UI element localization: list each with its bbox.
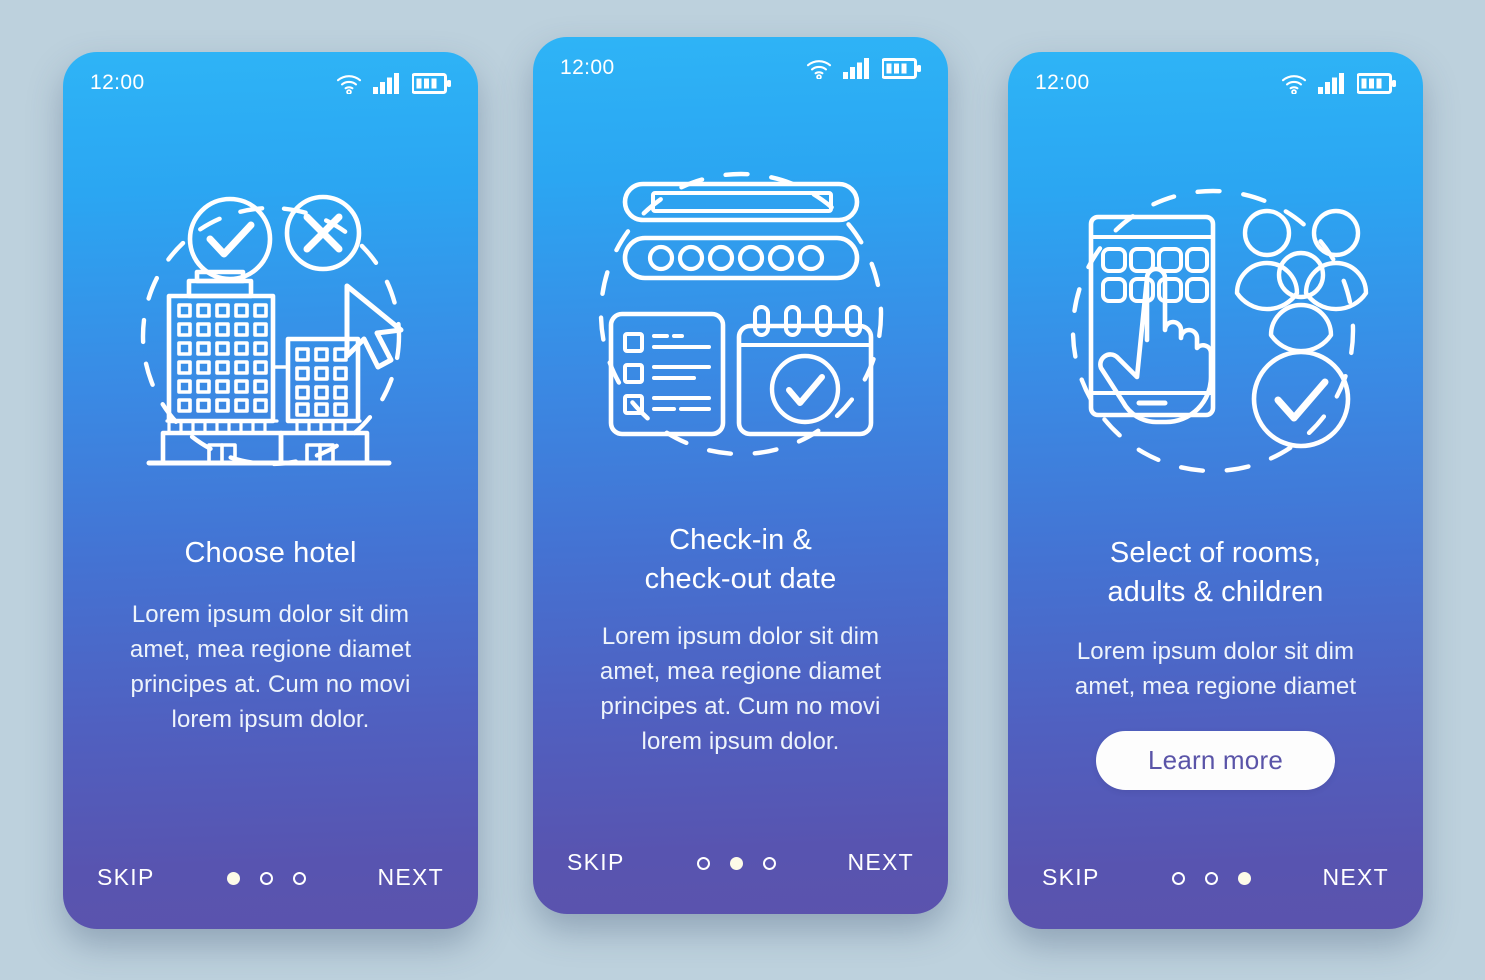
screen-copy: Choose hotel Lorem ipsum dolor sit dim a… — [63, 534, 478, 805]
illustration-smartphone-tap-people — [1008, 114, 1423, 534]
onboarding-screen-choose-hotel: 12:00 Choose hotel Lorem ipsum dolor sit… — [63, 52, 478, 929]
battery-icon — [412, 72, 451, 94]
cellular-signal-icon — [1318, 72, 1344, 94]
skip-button[interactable]: SKIP — [567, 849, 625, 880]
screen-copy: Check-in & check-out date Lorem ipsum do… — [533, 519, 948, 790]
page-dot-3[interactable] — [762, 857, 776, 870]
next-button[interactable]: NEXT — [847, 849, 914, 880]
page-dot-1[interactable] — [1171, 872, 1185, 885]
onboarding-bottom-nav: SKIP NEXT — [1008, 805, 1423, 929]
status-icon-group — [1281, 72, 1396, 94]
next-button[interactable]: NEXT — [1322, 864, 1389, 895]
illustration-booking-form-calendar — [533, 99, 948, 519]
page-dot-3[interactable] — [1237, 872, 1251, 885]
illustration-hotel-buildings — [63, 114, 478, 534]
battery-icon — [882, 57, 921, 79]
page-dot-1[interactable] — [226, 872, 240, 885]
status-time: 12:00 — [1035, 71, 1090, 94]
skip-button[interactable]: SKIP — [1042, 864, 1100, 895]
onboarding-bottom-nav: SKIP NEXT — [533, 790, 948, 914]
page-title: Select of rooms, adults & children — [1107, 537, 1324, 608]
wifi-icon — [1281, 74, 1307, 94]
status-bar: 12:00 — [63, 52, 478, 114]
page-indicator-dots — [226, 872, 306, 895]
onboarding-screen-check-in-check-out-date: 12:00 Check-in & check-out date Lorem ip… — [533, 37, 948, 914]
cellular-signal-icon — [843, 57, 869, 79]
status-time: 12:00 — [90, 71, 145, 94]
page-dot-2[interactable] — [729, 857, 743, 870]
cellular-signal-icon — [373, 72, 399, 94]
skip-button[interactable]: SKIP — [97, 864, 155, 895]
page-title: Choose hotel — [184, 537, 357, 569]
next-button[interactable]: NEXT — [377, 864, 444, 895]
status-icon-group — [336, 72, 451, 94]
status-bar: 12:00 — [1008, 52, 1423, 114]
wifi-icon — [336, 74, 362, 94]
wifi-icon — [806, 59, 832, 79]
page-title: Check-in & check-out date — [644, 524, 837, 595]
page-dot-2[interactable] — [259, 872, 273, 885]
page-dot-1[interactable] — [696, 857, 710, 870]
status-icon-group — [806, 57, 921, 79]
onboarding-screen-select-rooms-adults-children: 12:00 Select of rooms, adults & children… — [1008, 52, 1423, 929]
page-dot-3[interactable] — [292, 872, 306, 885]
page-description: Lorem ipsum dolor sit dim amet, mea regi… — [129, 601, 412, 733]
onboarding-screens-stage: 12:00 Choose hotel Lorem ipsum dolor sit… — [0, 0, 1485, 980]
learn-more-button[interactable]: Learn more — [1096, 731, 1335, 790]
status-bar: 12:00 — [533, 37, 948, 99]
battery-icon — [1357, 72, 1396, 94]
page-dot-2[interactable] — [1204, 872, 1218, 885]
onboarding-bottom-nav: SKIP NEXT — [63, 805, 478, 929]
page-description: Lorem ipsum dolor sit dim amet, mea regi… — [1074, 638, 1357, 700]
page-indicator-dots — [696, 857, 776, 880]
page-description: Lorem ipsum dolor sit dim amet, mea regi… — [599, 623, 882, 755]
page-indicator-dots — [1171, 872, 1251, 895]
screen-copy: Select of rooms, adults & children Lorem… — [1008, 534, 1423, 805]
status-time: 12:00 — [560, 56, 615, 79]
